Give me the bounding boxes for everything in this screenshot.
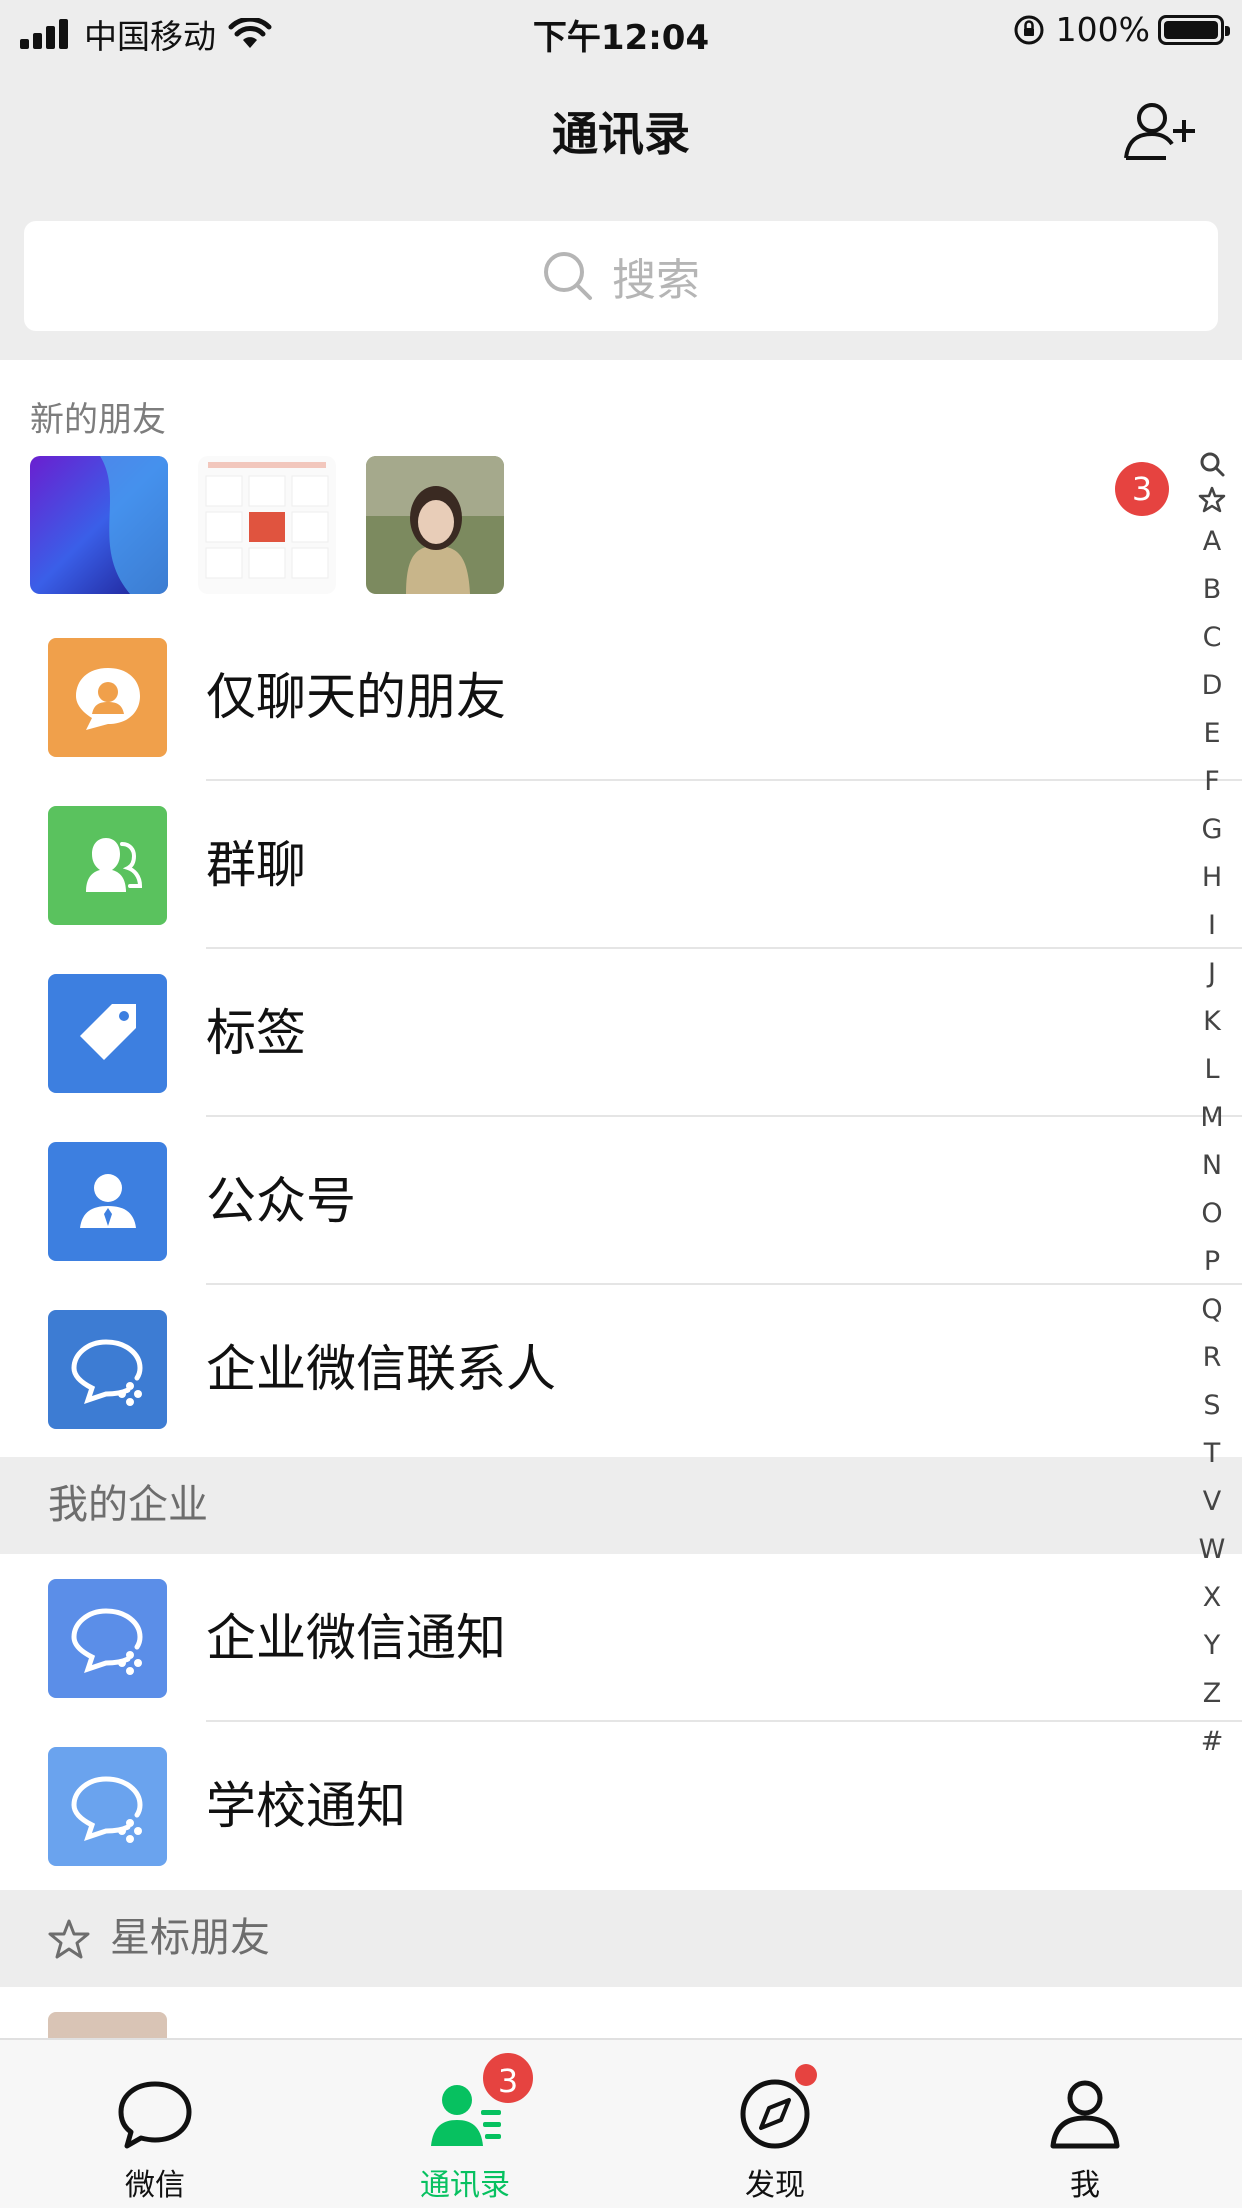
starred-friend-avatar [48,2012,167,2040]
chat-icon [118,2081,192,2149]
orientation-lock-icon [1014,15,1044,44]
discover-icon [740,2079,810,2149]
index-letter[interactable]: V [1190,1478,1234,1526]
index-letter[interactable]: C [1190,614,1234,662]
tab-label: 我 [1070,2168,1100,2203]
index-letter[interactable]: E [1190,710,1234,758]
search-input[interactable]: 搜索 [24,221,1218,331]
new-friend-avatar [366,456,504,594]
starred-header: 星标朋友 [0,1890,1242,1987]
index-letter[interactable]: O [1190,1190,1234,1238]
add-contact-button[interactable] [1122,98,1198,162]
add-contact-icon [1124,103,1195,160]
tab-label: 通讯录 [420,2168,510,2203]
row-school-notify[interactable]: 学校通知 [0,1722,1242,1890]
index-letter[interactable]: Q [1190,1286,1234,1334]
index-letter[interactable]: M [1190,1094,1234,1142]
index-letter[interactable]: J [1190,950,1234,998]
starred-header-label: 星标朋友 [110,1915,270,1961]
index-letter[interactable]: L [1190,1046,1234,1094]
navbar: 通讯录 [0,62,1242,194]
group-chat-icon [48,806,167,925]
tab-me[interactable]: 我 [930,2040,1240,2208]
new-friend-avatar [198,456,336,594]
tab-bar: 微信 3 通讯录 发现 我 [0,2038,1242,2208]
row-label: 仅聊天的朋友 [206,668,506,726]
row-label: 公众号 [206,1172,356,1230]
index-letter[interactable]: F [1190,758,1234,806]
index-letter[interactable]: W [1190,1526,1234,1574]
index-letter[interactable]: P [1190,1238,1234,1286]
row-wecom-contacts[interactable]: 企业微信联系人 [0,1285,1242,1453]
index-letter[interactable]: N [1190,1142,1234,1190]
index-search-icon[interactable] [1198,450,1226,478]
new-friend-avatar [30,456,168,594]
row-label: 企业微信联系人 [206,1340,556,1398]
status-bar: 中国移动 下午12:04 100% [0,0,1242,62]
index-letter[interactable]: H [1190,854,1234,902]
battery-percent: 100% [1055,10,1150,49]
index-letter[interactable]: T [1190,1430,1234,1478]
row-label: 学校通知 [206,1777,406,1835]
me-icon [1050,2080,1120,2149]
index-letter[interactable]: D [1190,662,1234,710]
index-letter[interactable]: A [1190,518,1234,566]
alphabet-index[interactable]: A B C D E F G H I J K L M N O P Q R S T V W X Y Z # [1190,440,1234,1766]
index-star-icon[interactable] [1198,486,1226,514]
tab-discover[interactable]: 发现 [620,2040,930,2208]
index-letter[interactable]: Y [1190,1622,1234,1670]
wecom-notify-icon [48,1579,167,1698]
enterprise-header-label: 我的企业 [48,1482,208,1528]
chat-only-friends-icon [48,638,167,757]
contacts-list: 新的朋友 3 仅聊天的朋友 群聊 标签 公众号 企业微信联系人 我的企业 企业微… [0,360,1242,2040]
new-friends-label: 新的朋友 [30,400,166,440]
index-letter[interactable]: G [1190,806,1234,854]
index-letter[interactable]: R [1190,1334,1234,1382]
page-title: 通讯录 [552,107,690,161]
row-label: 企业微信通知 [206,1609,506,1667]
tab-label: 发现 [745,2168,805,2203]
index-letter[interactable]: X [1190,1574,1234,1622]
new-friends-badge: 3 [1115,462,1169,516]
search-placeholder: 搜索 [612,255,700,306]
tag-icon [48,974,167,1093]
star-icon [48,1919,90,1959]
battery-icon [1158,14,1230,45]
wecom-contacts-icon [48,1310,167,1429]
index-letter[interactable]: Z [1190,1670,1234,1718]
official-account-icon [48,1142,167,1261]
new-friends-row[interactable]: 3 [0,456,1242,596]
index-letter[interactable]: # [1190,1718,1234,1766]
tab-chats[interactable]: 微信 [0,2040,310,2208]
row-tags[interactable]: 标签 [0,949,1242,1117]
school-notify-icon [48,1747,167,1866]
index-letter[interactable]: I [1190,902,1234,950]
tab-label: 微信 [125,2168,185,2203]
search-icon [544,252,592,300]
row-wecom-notify[interactable]: 企业微信通知 [0,1554,1242,1722]
row-official-accounts[interactable]: 公众号 [0,1117,1242,1285]
index-letter[interactable]: S [1190,1382,1234,1430]
contacts-badge: 3 [480,2050,536,2106]
enterprise-header: 我的企业 [0,1457,1242,1554]
tab-contacts[interactable]: 3 通讯录 [310,2040,620,2208]
row-group-chat[interactable]: 群聊 [0,781,1242,949]
index-letter[interactable]: K [1190,998,1234,1046]
row-label: 标签 [206,1004,306,1062]
index-letter[interactable]: B [1190,566,1234,614]
row-chat-only-friends[interactable]: 仅聊天的朋友 [0,613,1242,781]
row-starred-friend[interactable] [0,1987,1242,2040]
discover-dot [795,2064,817,2086]
row-label: 群聊 [206,836,306,894]
